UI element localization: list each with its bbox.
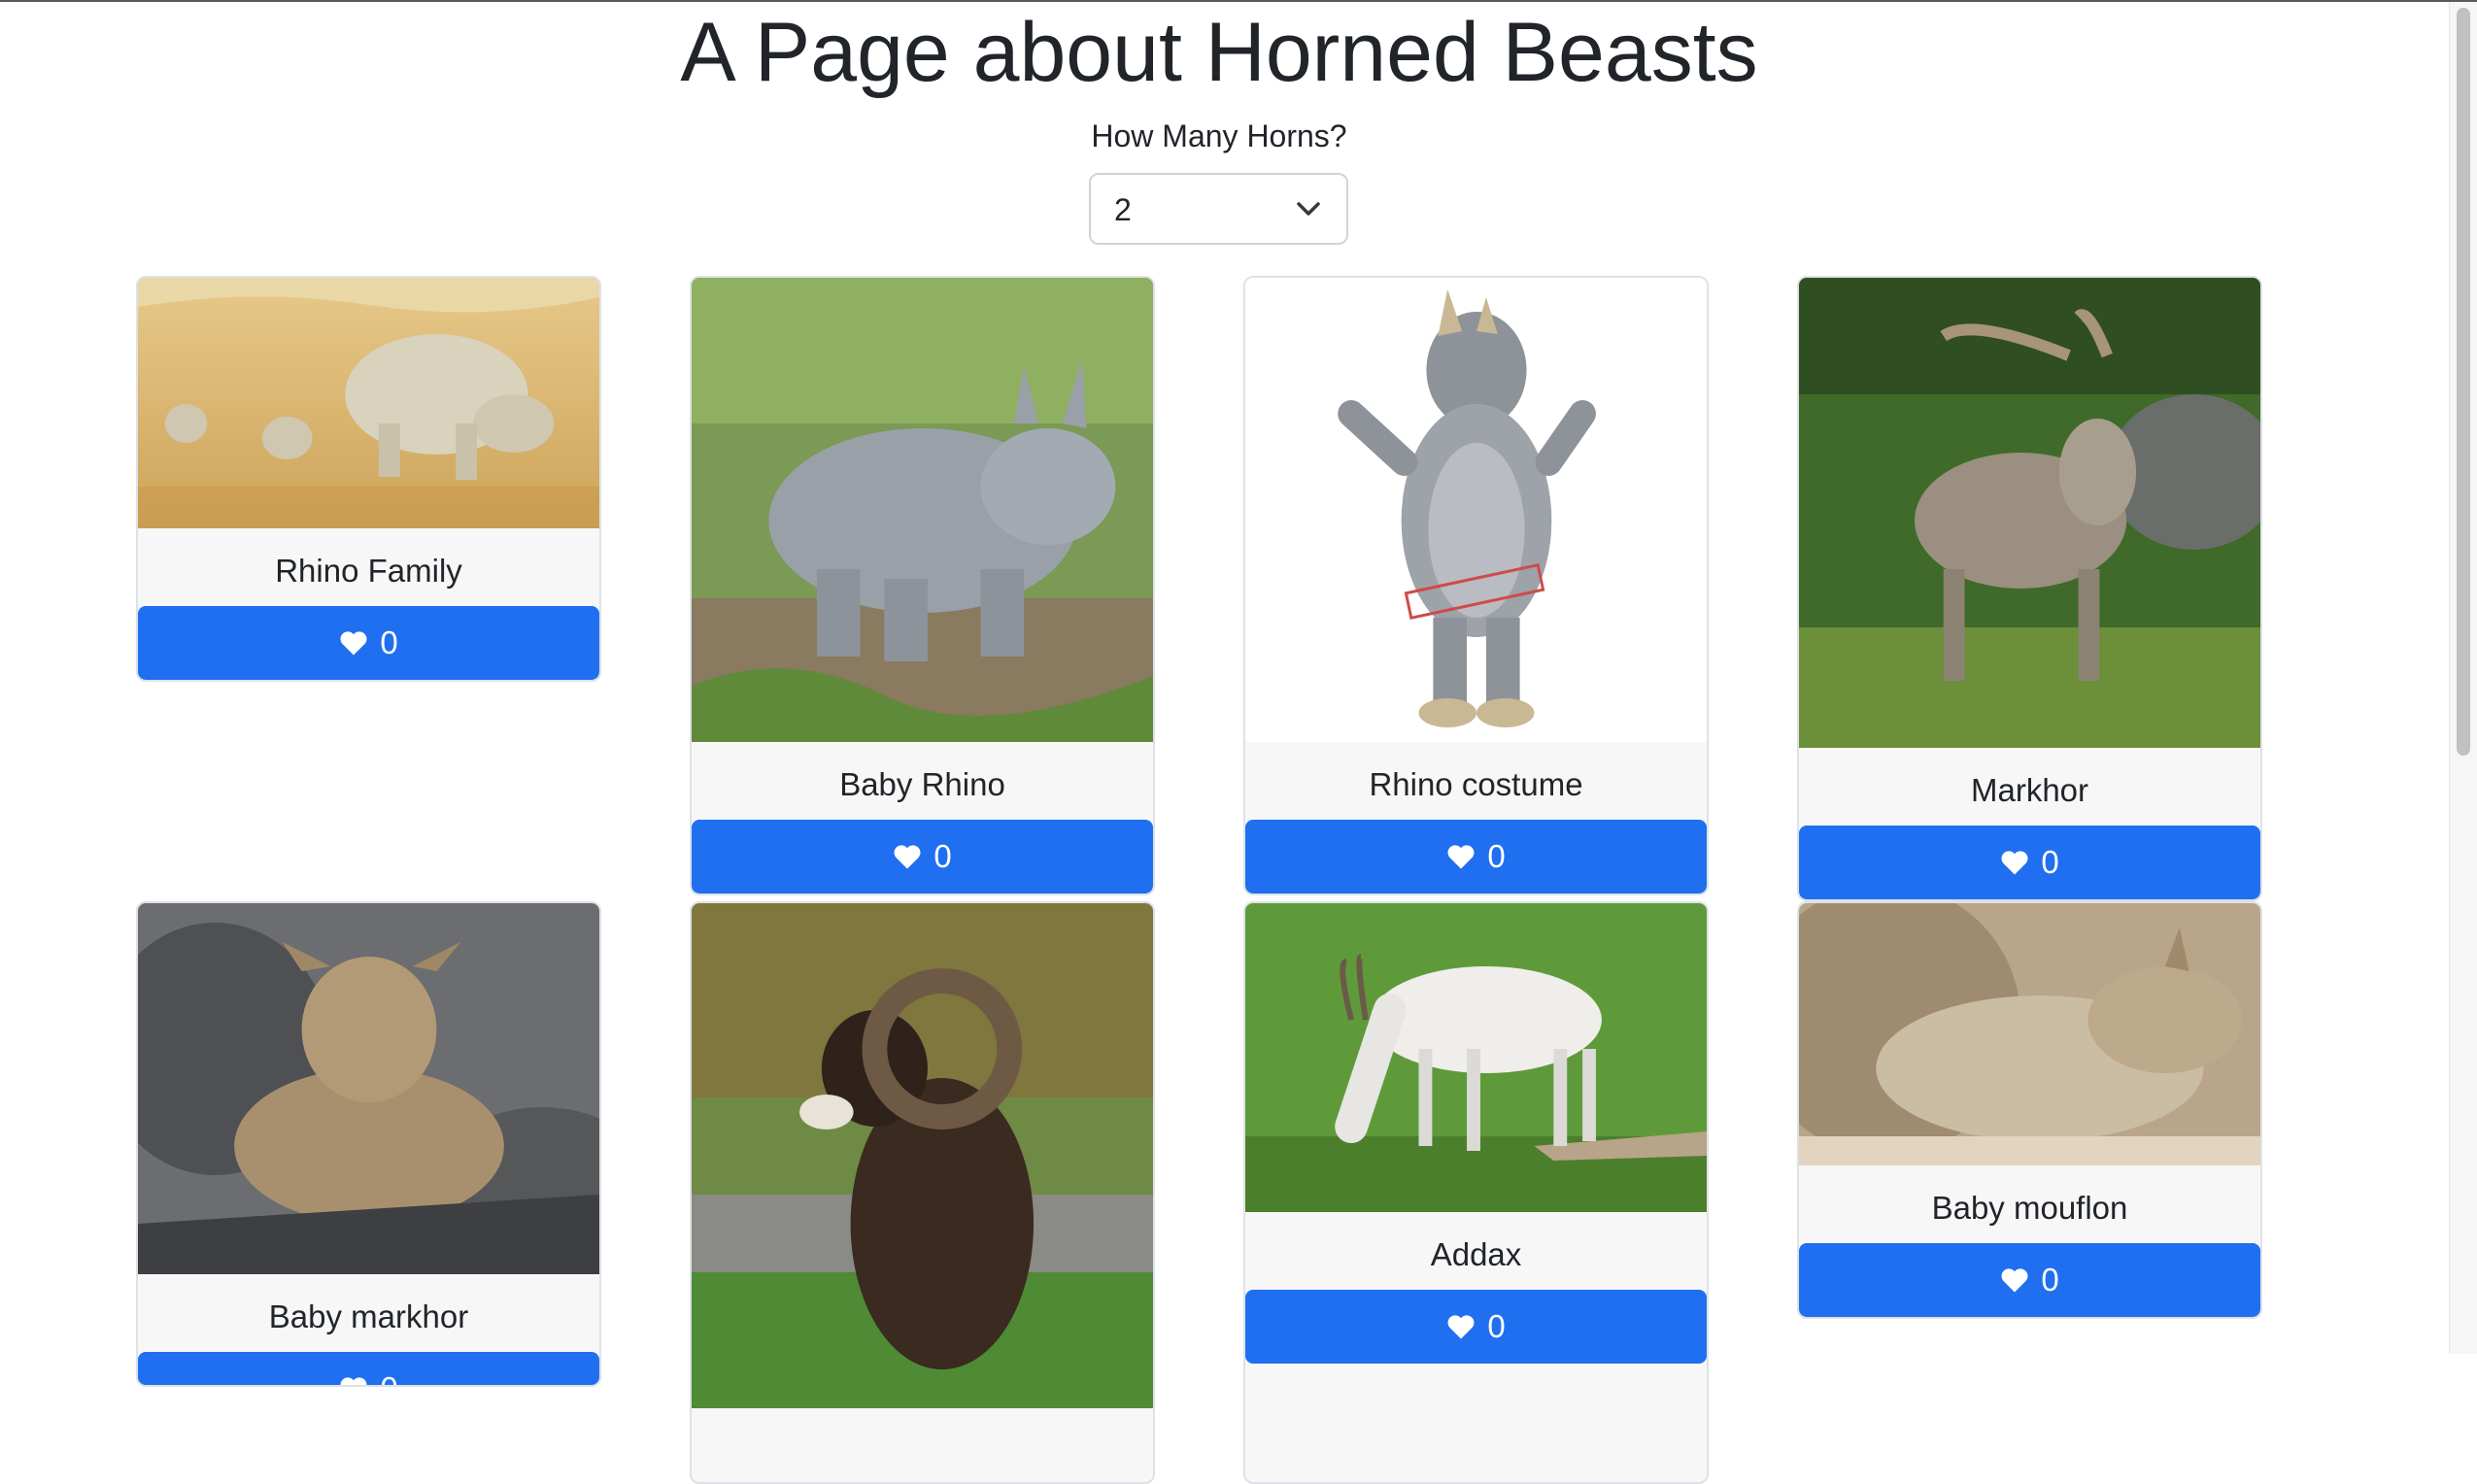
- page-title: A Page about Horned Beasts: [680, 6, 1758, 99]
- like-button[interactable]: 0: [1799, 1243, 2260, 1317]
- beast-image[interactable]: [1245, 278, 1707, 742]
- like-button[interactable]: 0: [138, 1352, 599, 1385]
- beast-image[interactable]: [138, 278, 599, 528]
- chevron-down-icon: [1297, 202, 1320, 216]
- beast-image[interactable]: [1245, 903, 1707, 1212]
- beast-card-markhor: Markhor 0: [1797, 276, 2262, 901]
- beast-card-baby-markhor: Baby markhor 0: [136, 901, 601, 1387]
- beast-card-rhino-costume: Rhino costume 0: [1243, 276, 1709, 895]
- beast-title: Markhor: [1970, 772, 2089, 808]
- beast-image[interactable]: [138, 903, 599, 1274]
- like-count: 0: [1487, 838, 1506, 874]
- like-count: 0: [2041, 1262, 2059, 1298]
- beast-title: Baby Rhino: [839, 766, 1005, 802]
- like-count: 0: [380, 1370, 397, 1385]
- horns-filter-label: How Many Horns?: [1091, 118, 1347, 153]
- beast-card-mouflon: [690, 901, 1155, 1484]
- like-count: 0: [380, 624, 398, 660]
- heart-icon: [2001, 1268, 2028, 1293]
- heart-icon: [894, 845, 921, 869]
- heart-icon: [340, 1377, 367, 1385]
- beast-image[interactable]: [1799, 903, 2260, 1165]
- like-button[interactable]: 0: [138, 606, 599, 680]
- beast-title: Baby markhor: [268, 1298, 469, 1334]
- beast-image[interactable]: [692, 903, 1153, 1408]
- beast-image[interactable]: [692, 278, 1153, 742]
- like-button[interactable]: 0: [1245, 1290, 1707, 1364]
- heart-icon: [1447, 1315, 1475, 1339]
- like-count: 0: [933, 838, 952, 874]
- heart-icon: [1447, 845, 1475, 869]
- beast-card-addax: Addax 0: [1243, 901, 1709, 1484]
- beast-card-baby-rhino: Baby Rhino 0: [690, 276, 1155, 895]
- beast-image[interactable]: [1799, 278, 2260, 748]
- beast-title: Rhino costume: [1369, 766, 1583, 802]
- like-button[interactable]: 0: [692, 820, 1153, 894]
- beast-card-baby-mouflon: Baby mouflon 0: [1797, 901, 2262, 1319]
- beast-title: Baby mouflon: [1931, 1190, 2128, 1226]
- heart-icon: [340, 631, 367, 656]
- horns-filter-select[interactable]: 2: [1089, 173, 1348, 245]
- horns-filter-value: 2: [1114, 192, 1132, 227]
- beast-title: Rhino Family: [275, 553, 462, 589]
- heart-icon: [2001, 851, 2028, 875]
- like-count: 0: [1487, 1308, 1506, 1344]
- window-top-border: [0, 0, 2477, 2]
- beast-card-rhino-family: Rhino Family 0: [136, 276, 601, 682]
- like-button[interactable]: 0: [1245, 820, 1707, 894]
- like-button[interactable]: 0: [1799, 826, 2260, 899]
- beast-title: Addax: [1430, 1236, 1522, 1272]
- like-count: 0: [2041, 844, 2059, 880]
- scrollbar-thumb[interactable]: [2457, 8, 2470, 756]
